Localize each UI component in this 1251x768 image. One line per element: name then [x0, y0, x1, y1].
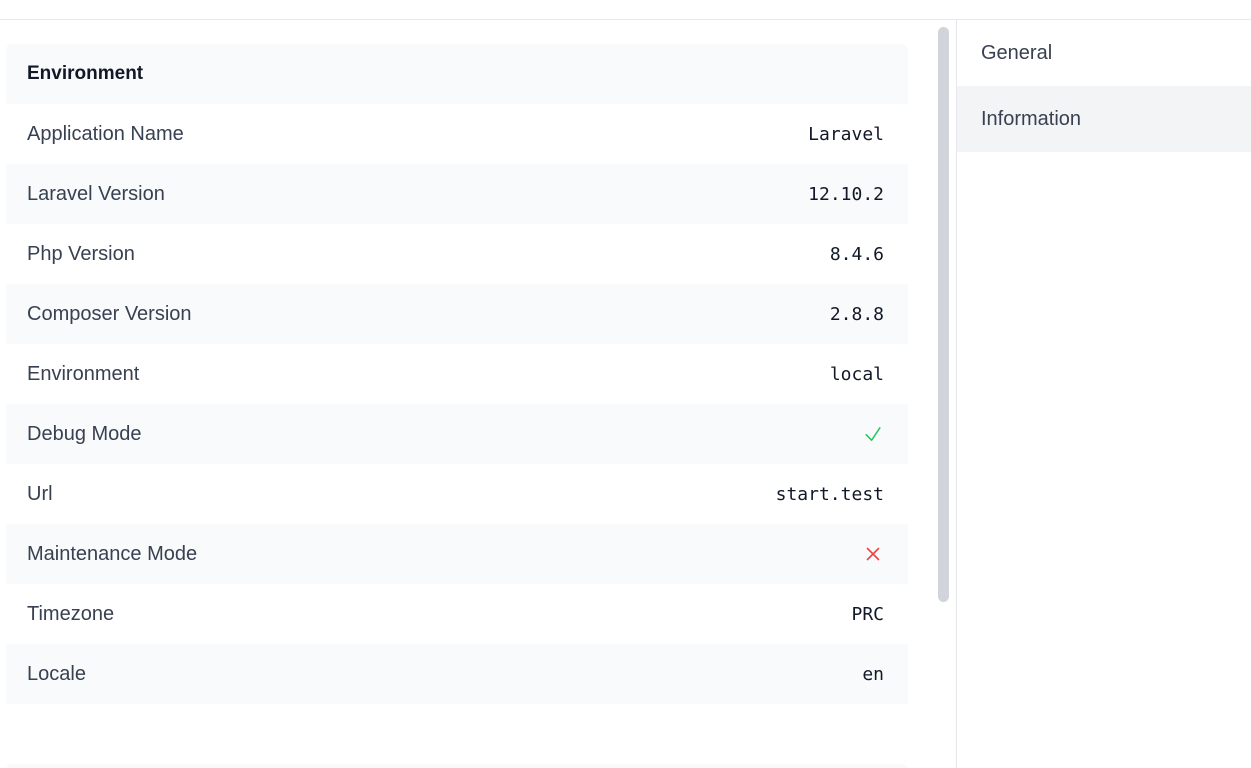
row-label-application-name: Application Name [27, 122, 184, 145]
table-row: Composer Version 2.8.8 [6, 284, 908, 344]
sidebar-item-label: Information [981, 107, 1082, 130]
scrollbar-thumb[interactable] [938, 27, 949, 602]
sidebar-nav: General Information [956, 20, 1251, 768]
row-value-laravel-version: 12.10.2 [808, 183, 884, 205]
row-value-application-name: Laravel [808, 123, 884, 145]
section-title: Environment [27, 63, 144, 84]
table-row: Debug Mode [6, 404, 908, 464]
top-bar [0, 0, 1251, 20]
table-row: Application Name Laravel [6, 104, 908, 164]
table-row: Php Version 8.4.6 [6, 224, 908, 284]
row-label-environment: Environment [27, 362, 140, 385]
environment-table: Environment Application Name Laravel Lar… [6, 44, 908, 704]
sidebar-item-information[interactable]: Information [957, 86, 1251, 152]
table-row: Locale en [6, 644, 908, 704]
row-label-debug-mode: Debug Mode [27, 422, 142, 445]
sidebar-item-general[interactable]: General [957, 20, 1251, 86]
table-row: Maintenance Mode [6, 524, 908, 584]
row-label-maintenance-mode: Maintenance Mode [27, 542, 198, 565]
row-label-timezone: Timezone [27, 602, 115, 625]
row-value-url: start.test [775, 483, 884, 505]
row-label-laravel-version: Laravel Version [27, 182, 165, 205]
environment-header: Environment [6, 44, 908, 104]
row-value-timezone: PRC [851, 603, 884, 625]
row-value-php-version: 8.4.6 [829, 243, 884, 265]
table-row: Environment local [6, 344, 908, 404]
row-label-php-version: Php Version [27, 242, 135, 265]
check-icon [862, 423, 884, 445]
row-label-locale: Locale [27, 662, 86, 685]
sidebar-item-label: General [981, 41, 1053, 64]
next-section-header [6, 764, 908, 768]
row-value-composer-version: 2.8.8 [829, 303, 884, 325]
row-label-url: Url [27, 482, 53, 505]
table-row: Timezone PRC [6, 584, 908, 644]
row-value-environment: local [829, 363, 884, 385]
main-content: Environment Application Name Laravel Lar… [0, 20, 956, 768]
row-value-locale: en [862, 663, 884, 685]
table-row: Url start.test [6, 464, 908, 524]
row-label-composer-version: Composer Version [27, 302, 192, 325]
table-row: Laravel Version 12.10.2 [6, 164, 908, 224]
x-icon [862, 543, 884, 565]
